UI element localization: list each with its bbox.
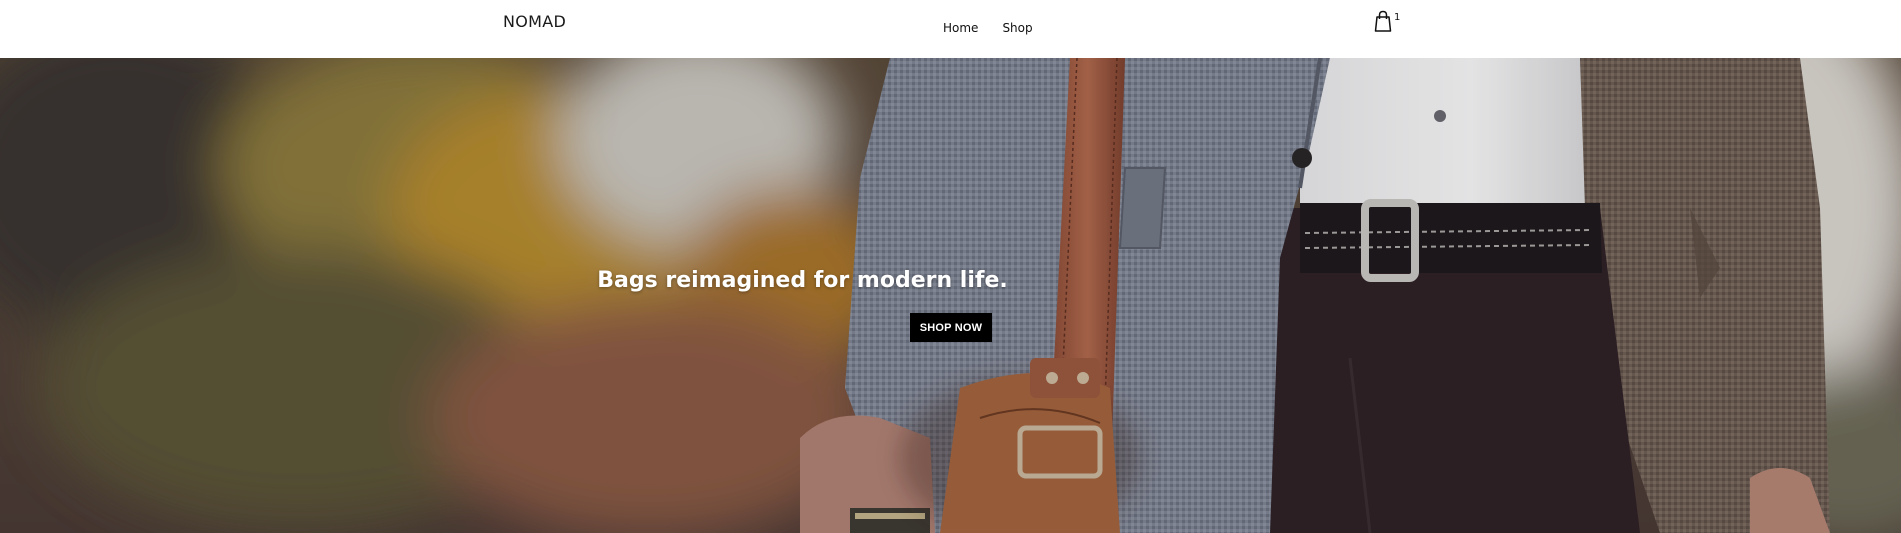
hero-banner: Bags reimagined for modern life. SHOP NO…: [0, 58, 1901, 533]
brand-logo[interactable]: NOMAD: [503, 12, 566, 31]
shop-now-button[interactable]: SHOP NOW: [910, 313, 992, 342]
hero-image: [0, 58, 1901, 533]
hero-heading: Bags reimagined for modern life.: [597, 268, 1008, 293]
site-header: NOMAD Home Shop 1: [0, 0, 1901, 58]
cart-count-badge: 1: [1394, 12, 1401, 23]
nav-link-shop[interactable]: Shop: [1002, 21, 1032, 35]
nav-link-home[interactable]: Home: [943, 21, 978, 35]
main-nav: Home Shop: [943, 21, 1033, 35]
shopping-bag-icon: [1374, 10, 1392, 32]
cart-button[interactable]: 1: [1374, 10, 1404, 34]
